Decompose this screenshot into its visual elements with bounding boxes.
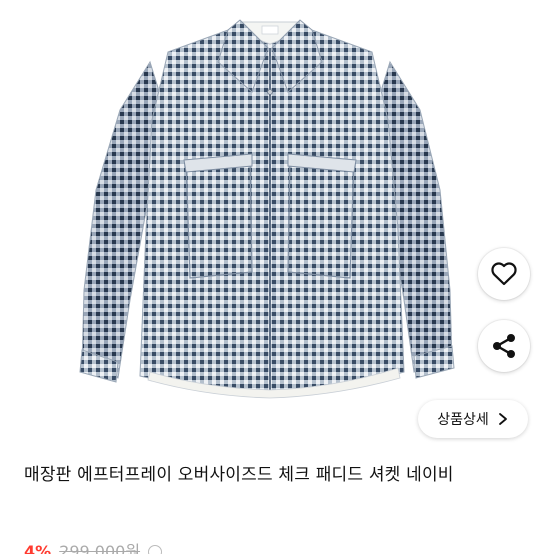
original-price: 299,000원 [59,542,141,554]
info-icon[interactable] [148,545,163,554]
share-icon [493,334,515,358]
like-button[interactable] [478,248,530,300]
heart-outline-icon [491,262,517,286]
price-row: 4% 299,000원 [24,540,163,554]
product-detail-label: 상품상세 [437,412,489,428]
chevron-right-icon [498,413,507,425]
share-button[interactable] [478,320,530,372]
product-image[interactable] [0,0,554,445]
product-detail-button[interactable]: 상품상세 [418,400,528,438]
discount-rate: 4% [24,542,52,554]
product-title: 매장판 에프터프레이 오버사이즈드 체크 패디드 셔켓 네이비 [24,465,454,485]
checked-shirt-jacket-image [79,19,455,399]
